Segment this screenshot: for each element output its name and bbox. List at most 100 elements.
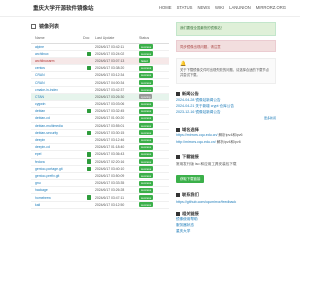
table-row[interactable]: deepin-cd 2024/6/17 01:18:40 success — [31, 143, 169, 152]
mirror-name-link[interactable]: debian-cd — [31, 114, 83, 123]
table-row[interactable]: gentoo-portage.git 2024/6/17 03:40:10 succ… — [31, 165, 169, 173]
doc-icon[interactable] — [87, 109, 91, 114]
mirror-name-link[interactable]: gentoo-portage.git — [31, 165, 83, 173]
status-badge: success — [139, 44, 154, 50]
table-row[interactable]: cygwin 2024/6/17 03:03:06 success — [31, 100, 169, 109]
last-update-cell: 2024/6/17 03:36:43 — [95, 150, 139, 159]
doc-icon[interactable] — [87, 195, 91, 200]
domain-title-text: 域名选择 — [182, 126, 199, 132]
doc-icon[interactable] — [87, 130, 91, 136]
more-news-link[interactable]: 更多新闻 — [176, 116, 276, 120]
status-cell: success — [139, 193, 169, 202]
doc-cell — [83, 158, 95, 166]
nav-news[interactable]: NEWS — [197, 5, 210, 10]
status-cell: success — [139, 129, 169, 137]
doc-cell — [83, 172, 95, 181]
table-row[interactable]: archlinux 2024/6/17 03:24:02 success — [31, 50, 169, 58]
mirror-name-link[interactable]: gentoo-prefix.git — [31, 172, 83, 181]
table-row[interactable]: debian 2024/6/17 03:32:45 success — [31, 107, 169, 116]
mirror-name-link[interactable]: cygwin — [31, 100, 83, 109]
mirror-name-link[interactable]: debian-security — [31, 129, 83, 137]
domain-note: 解析ipv4和ipv6 — [216, 140, 241, 144]
doc-cell — [83, 50, 95, 58]
last-update-cell: 2024/6/17 03:47:11 — [95, 193, 139, 202]
status-badge: syncing — [139, 94, 153, 100]
site-title[interactable]: 重庆大学开源软件镜像站 — [33, 4, 94, 12]
last-update-cell: 2024/6/17 03:42:37 — [95, 86, 139, 94]
doc-icon[interactable] — [87, 51, 91, 56]
domain-link[interactable]: http://mirrors.cqu.edu.cn/ — [176, 140, 216, 144]
last-update-cell: 2024/6/17 03:33:35 — [95, 179, 139, 188]
mirror-name-link[interactable]: archlinux — [31, 50, 83, 58]
last-update-cell: 2024/6/17 04:00:34 — [95, 78, 139, 87]
table-row[interactable]: fedora 2024/6/17 02:20:16 success — [31, 158, 169, 166]
status-badge: success — [139, 195, 154, 201]
status-badge: success — [139, 180, 154, 186]
download-title-text: 下载链接 — [182, 153, 199, 159]
mirror-name-link[interactable]: debian-multimedia — [31, 122, 83, 130]
table-header-row: Name Doc Last Update Status — [31, 34, 169, 44]
mirror-name-link[interactable]: archlinuxarm — [31, 57, 83, 66]
last-update-cell: 2024/6/17 03:26:28 — [95, 186, 139, 195]
table-row[interactable]: deepin 2024/6/17 03:12:46 success — [31, 136, 169, 145]
mirror-name-link[interactable]: debian — [31, 107, 83, 116]
table-row[interactable]: gnu 2024/6/17 03:33:35 success — [31, 179, 169, 188]
mirror-name-link[interactable]: CRAN — [31, 71, 83, 80]
nav-wiki[interactable]: WIKI — [215, 5, 224, 10]
doc-cell — [83, 193, 95, 202]
doc-icon[interactable] — [87, 159, 91, 164]
table-row[interactable]: archlinuxarm 2024/6/17 03:07:13 failed — [31, 57, 169, 66]
table-row[interactable]: cmake-in-index 2024/6/17 03:42:37 success — [31, 86, 169, 94]
mirror-name-link[interactable]: deepin-cd — [31, 143, 83, 152]
related-link[interactable]: 重庆大学 — [176, 229, 276, 235]
col-last-update[interactable]: Last Update — [95, 34, 139, 44]
mirror-name-link[interactable]: cmake-in-index — [31, 86, 83, 94]
status-cell: success — [139, 50, 169, 58]
mirror-name-link[interactable]: CRAN — [31, 78, 83, 87]
domain-link[interactable]: https://mirrors.cqu.edu.cn/ — [176, 133, 218, 137]
doc-icon[interactable] — [87, 166, 91, 171]
table-row[interactable]: centos 2024/6/17 03:38:20 success — [31, 64, 169, 73]
last-update-cell: 2024/6/17 01:00:20 — [95, 114, 139, 123]
table-row[interactable]: epel 2024/6/17 03:36:43 success — [31, 150, 169, 159]
doc-cell — [83, 129, 95, 137]
table-row[interactable]: gentoo-prefix.git 2024/6/17 03:50:09 succe… — [31, 172, 169, 181]
mirror-name-link[interactable]: hackage — [31, 186, 83, 195]
mirror-list-panel: 镜像列表 Name Doc Last Update Status alpine 2… — [31, 20, 169, 209]
table-row[interactable]: kali 2024/6/17 03:12:50 success — [31, 201, 169, 209]
table-row[interactable]: debian-security 2024/6/17 03:30:15 success — [31, 129, 169, 137]
table-row[interactable]: CRAN 2024/6/17 04:00:34 success — [31, 78, 169, 87]
mirror-name-link[interactable]: epel — [31, 150, 83, 159]
last-update-cell: 2024/6/17 03:40:10 — [95, 165, 139, 173]
mirror-name-link[interactable]: fedora — [31, 158, 83, 166]
table-row[interactable]: debian-multimedia 2024/6/17 03:55:01 succe… — [31, 122, 169, 130]
nav-mirrorz[interactable]: MIRRORZ.ORG — [256, 5, 286, 10]
table-row[interactable]: debian-cd 2024/6/17 01:00:20 success — [31, 114, 169, 123]
nav-lanunion[interactable]: LANUNION — [229, 5, 251, 10]
status-cell: success — [139, 100, 169, 109]
mirror-name-link[interactable]: gnu — [31, 179, 83, 188]
mirror-name-link[interactable]: centos — [31, 64, 83, 73]
mirror-name-link[interactable]: CTAN — [31, 93, 83, 102]
mirror-list-header: 镜像列表 — [31, 20, 169, 32]
nav-status[interactable]: STATUS — [177, 5, 193, 10]
mirror-name-link[interactable]: alpine — [31, 43, 83, 51]
mirror-name-link[interactable]: deepin — [31, 136, 83, 145]
contact-link[interactable]: https://github.com/cqumirror/feedback — [176, 200, 276, 204]
table-row[interactable]: alpine 2024/6/17 03:42:11 success — [31, 43, 169, 51]
nav-home[interactable]: HOME — [159, 5, 172, 10]
doc-icon[interactable] — [87, 65, 91, 71]
mirror-name-link[interactable]: homebrew — [31, 193, 83, 202]
sidebar: 我们要做全国最快的镜像站！ 同步镜像出现问题，请注意 🔔 关于下载镜像文件时出现… — [176, 22, 276, 235]
doc-icon[interactable] — [87, 152, 91, 157]
table-row[interactable]: CRAN 2024/6/17 03:12:34 success — [31, 71, 169, 80]
status-badge: success — [139, 151, 154, 157]
mirror-name-link[interactable]: kali — [31, 201, 83, 209]
col-name[interactable]: Name — [31, 34, 83, 44]
status-badge: success — [139, 65, 154, 71]
table-row[interactable]: hackage 2024/6/17 03:26:28 success — [31, 186, 169, 195]
col-status: Status — [139, 34, 169, 44]
get-download-link-button[interactable]: 获取下载链接 — [176, 174, 205, 183]
table-row[interactable]: CTAN 2024/6/17 03:26:30 syncing — [31, 93, 169, 102]
table-row[interactable]: homebrew 2024/6/17 03:47:11 success — [31, 193, 169, 202]
